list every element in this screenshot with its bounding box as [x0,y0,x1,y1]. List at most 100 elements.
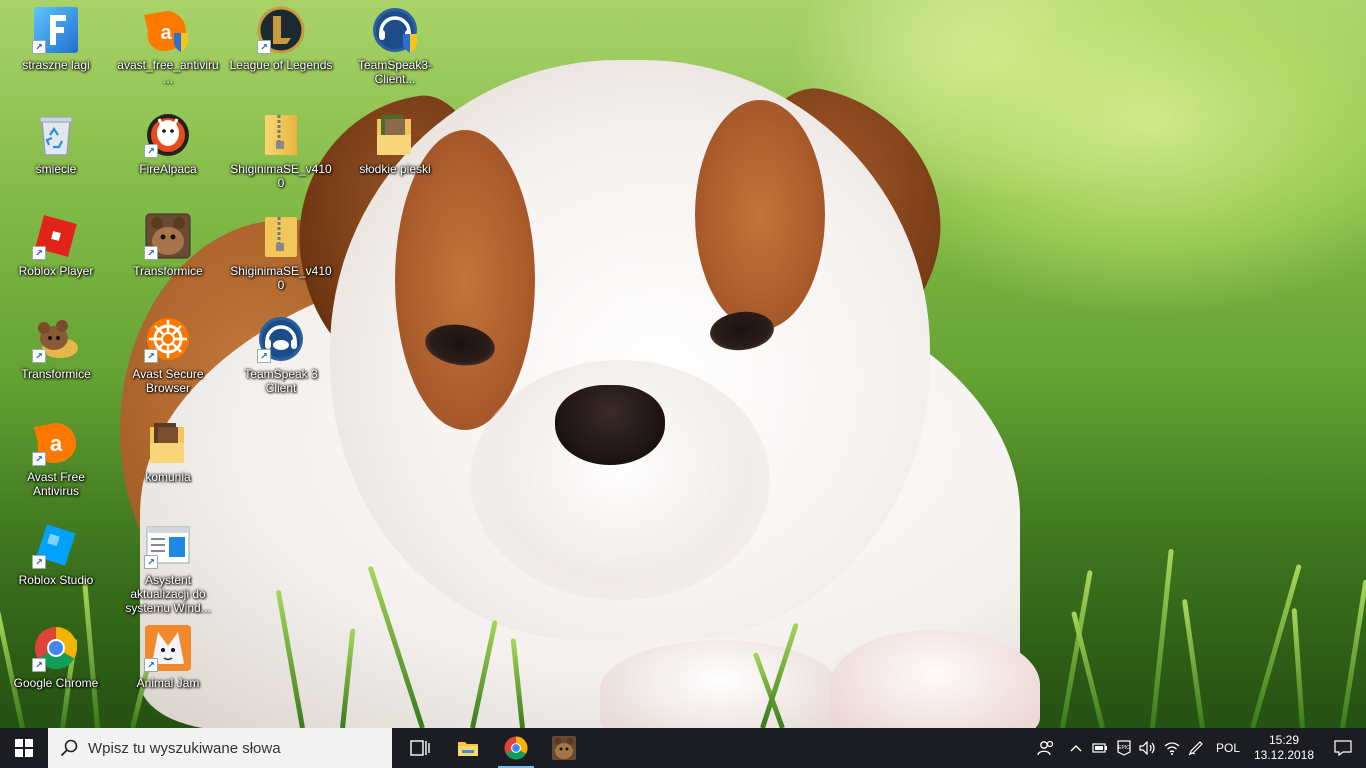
taskbar: Wpisz tu wyszukiwane słowa EPIC POL 15:2… [0,728,1366,768]
wallpaper-dog-nose [555,385,665,465]
icon-label: ShiginimaSE_v4100 [230,264,332,292]
clock[interactable]: 15:29 13.12.2018 [1248,733,1320,763]
windows-logo-icon [15,739,33,757]
transformice-mouse-icon: ↗ [32,315,80,363]
chrome-icon [504,736,528,760]
battery-icon [1092,743,1107,753]
desktop-icon-roblox-studio[interactable]: ↗ Roblox Studio [4,521,108,587]
desktop-icon-windows-update-assistant[interactable]: ↗ Asystent aktualizacji do systemu Wind.… [116,521,220,615]
shortcut-arrow-icon: ↗ [257,349,271,363]
teamspeak-installer-icon [371,6,419,54]
desktop-icon-firealpaca[interactable]: ↗ FireAlpaca [116,110,220,176]
desktop-icon-teamspeak-installer[interactable]: TeamSpeak3-Client... [343,6,447,86]
task-view-button[interactable] [396,728,444,768]
desktop-wallpaper: ↗ straszne lagi śmiecie ↗ Roblox Player … [0,0,1366,728]
wifi-icon [1164,742,1180,755]
desktop-icon-google-chrome[interactable]: ↗ Google Chrome [4,624,108,690]
shortcut-arrow-icon: ↗ [32,658,46,672]
show-hidden-icons-button[interactable] [1064,728,1088,768]
desktop-icon-recycle-bin[interactable]: śmiecie [4,110,108,176]
volume-button[interactable] [1136,728,1160,768]
shortcut-arrow-icon: ↗ [32,40,46,54]
folder-images-icon [144,418,192,466]
network-button[interactable] [1160,728,1184,768]
shortcut-arrow-icon: ↗ [144,555,158,569]
taskbar-search-box[interactable]: Wpisz tu wyszukiwane słowa [48,728,392,768]
shortcut-arrow-icon: ↗ [144,144,158,158]
icon-label: Avast Secure Browser [132,367,204,395]
clock-time: 15:29 [1268,733,1300,747]
search-icon [60,739,78,757]
desktop-icon-roblox-player[interactable]: ↗ Roblox Player [4,212,108,278]
desktop-icon-shiginima-2[interactable]: ShiginimaSE_v4100 [229,212,333,292]
speaker-icon [1139,741,1155,755]
roblox-player-icon: ↗ [32,212,80,260]
avast-browser-icon: ↗ [144,315,192,363]
icon-label: komunia [145,470,191,484]
people-button[interactable] [1028,728,1064,768]
shortcut-arrow-icon: ↗ [144,658,158,672]
icon-label: Animal Jam [136,676,200,690]
zip-folder-icon [257,212,305,260]
icon-label: Avast Free Antivirus [27,470,85,498]
shortcut-arrow-icon: ↗ [144,349,158,363]
desktop-icon-shiginima-1[interactable]: ShiginimaSE_v4100 [229,110,333,190]
desktop-icon-transformice-2[interactable]: ↗ Transformice [116,212,220,278]
icon-label: słodkie pieski [359,162,431,176]
icon-label: Transformice [133,264,203,278]
taskbar-chrome[interactable] [492,728,540,768]
epic-games-tray-button[interactable]: EPIC [1112,728,1136,768]
input-language-indicator[interactable]: POL [1208,741,1248,755]
svg-text:a: a [50,431,63,456]
icon-label: ShiginimaSE_v4100 [230,162,332,190]
pen-workspace-button[interactable] [1184,728,1208,768]
shortcut-arrow-icon: ↗ [32,452,46,466]
notification-icon [1334,740,1352,756]
epic-games-icon: EPIC [1117,740,1131,756]
avast-icon: a ↗ [32,418,80,466]
folder-images-icon [371,110,419,158]
people-icon [1037,740,1054,756]
battery-button[interactable] [1088,728,1112,768]
shortcut-arrow-icon: ↗ [32,246,46,260]
desktop-icon-slodkie-pieski[interactable]: słodkie pieski [343,110,447,176]
desktop-icon-avast-secure-browser[interactable]: ↗ Avast Secure Browser [116,315,220,395]
desktop-icon-league-of-legends[interactable]: ↗ League of Legends [229,6,333,72]
system-tray: EPIC POL 15:29 13.12.2018 [1028,728,1366,768]
desktop-icon-straszne-lagi[interactable]: ↗ straszne lagi [4,6,108,72]
icon-label: Transformice [21,367,91,381]
wallpaper-dog-patch-right [695,100,825,330]
icon-label: avast_free_antiviru... [117,58,219,86]
taskbar-transformice[interactable] [540,728,588,768]
icon-label: Roblox Player [18,264,94,278]
desktop-icon-avast-free-antivirus[interactable]: a ↗ Avast Free Antivirus [4,418,108,498]
shortcut-arrow-icon: ↗ [257,40,271,54]
zip-folder-icon [257,110,305,158]
avast-installer-icon: a [144,6,192,54]
shortcut-arrow-icon: ↗ [32,349,46,363]
desktop-icon-komunia[interactable]: komunia [116,418,220,484]
file-explorer-icon [458,742,478,756]
search-placeholder: Wpisz tu wyszukiwane słowa [88,739,281,757]
firealpaca-icon: ↗ [144,110,192,158]
icon-label: TeamSpeak 3 Client [244,367,318,395]
icon-label: śmiecie [35,162,77,176]
icon-label: Google Chrome [13,676,99,690]
desktop-icon-avast-installer[interactable]: a avast_free_antiviru... [116,6,220,86]
desktop-icon-teamspeak-3-client[interactable]: ↗ TeamSpeak 3 Client [229,315,333,395]
chrome-icon: ↗ [32,624,80,672]
desktop-icon-transformice-1[interactable]: ↗ Transformice [4,315,108,381]
svg-text:a: a [160,22,172,44]
animal-jam-icon: ↗ [144,624,192,672]
action-center-button[interactable] [1320,728,1366,768]
taskbar-file-explorer[interactable] [444,728,492,768]
icon-label: FireAlpaca [139,162,197,176]
chevron-up-icon [1070,745,1082,752]
roblox-studio-icon: ↗ [32,521,80,569]
shortcut-arrow-icon: ↗ [32,555,46,569]
teamspeak-icon: ↗ [257,315,305,363]
start-button[interactable] [0,728,48,768]
shortcut-arrow-icon: ↗ [144,246,158,260]
fortnite-f-icon: ↗ [32,6,80,54]
desktop-icon-animal-jam[interactable]: ↗ Animal Jam [116,624,220,690]
